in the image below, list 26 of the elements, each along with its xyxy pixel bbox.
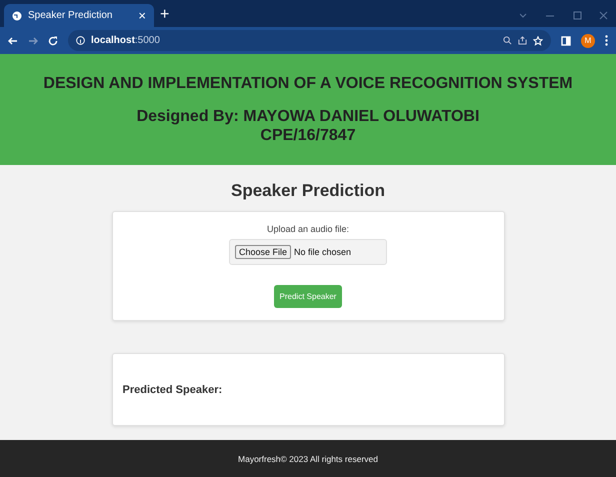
result-label: Predicted Speaker: [122, 384, 222, 396]
info-icon [76, 36, 85, 45]
back-icon[interactable] [8, 36, 18, 46]
file-status: No file chosen [294, 247, 352, 257]
zoom-icon[interactable] [503, 36, 512, 45]
copyright-text: Mayorfresh© 2023 All rights reserved [238, 454, 378, 464]
choose-file-button[interactable]: Choose File [235, 245, 292, 259]
tab-title: Speaker Prediction [28, 10, 114, 21]
window-controls-drawing[interactable] [520, 11, 610, 21]
new-tab-button[interactable]: + [160, 7, 170, 23]
browser-tab[interactable]: Speaker Prediction × [4, 4, 154, 27]
reload-icon[interactable] [48, 36, 58, 46]
address-bar[interactable]: localhost:5000 [68, 30, 551, 51]
forward-icon[interactable] [28, 36, 38, 46]
close-tab-button[interactable]: × [138, 9, 146, 22]
share-icon[interactable] [518, 36, 527, 45]
file-input-field[interactable]: Choose File No file chosen [229, 239, 387, 265]
side-panel-icon[interactable] [561, 36, 571, 46]
project-title: DESIGN AND IMPLEMENTATION OF A VOICE RECOGNITION SYSTEM [43, 74, 573, 92]
star-icon[interactable] [533, 36, 543, 46]
url-text: localhost:5000 [91, 35, 160, 46]
upload-label: Upload an audio file: [266, 224, 350, 234]
section-heading: Speaker Prediction [230, 181, 385, 201]
menu-icon[interactable] [605, 35, 608, 46]
author-byline: Designed By: MAYOWA DANIEL OLUWATOBI [136, 106, 480, 126]
matric-number: CPE/16/7847 [260, 126, 356, 144]
